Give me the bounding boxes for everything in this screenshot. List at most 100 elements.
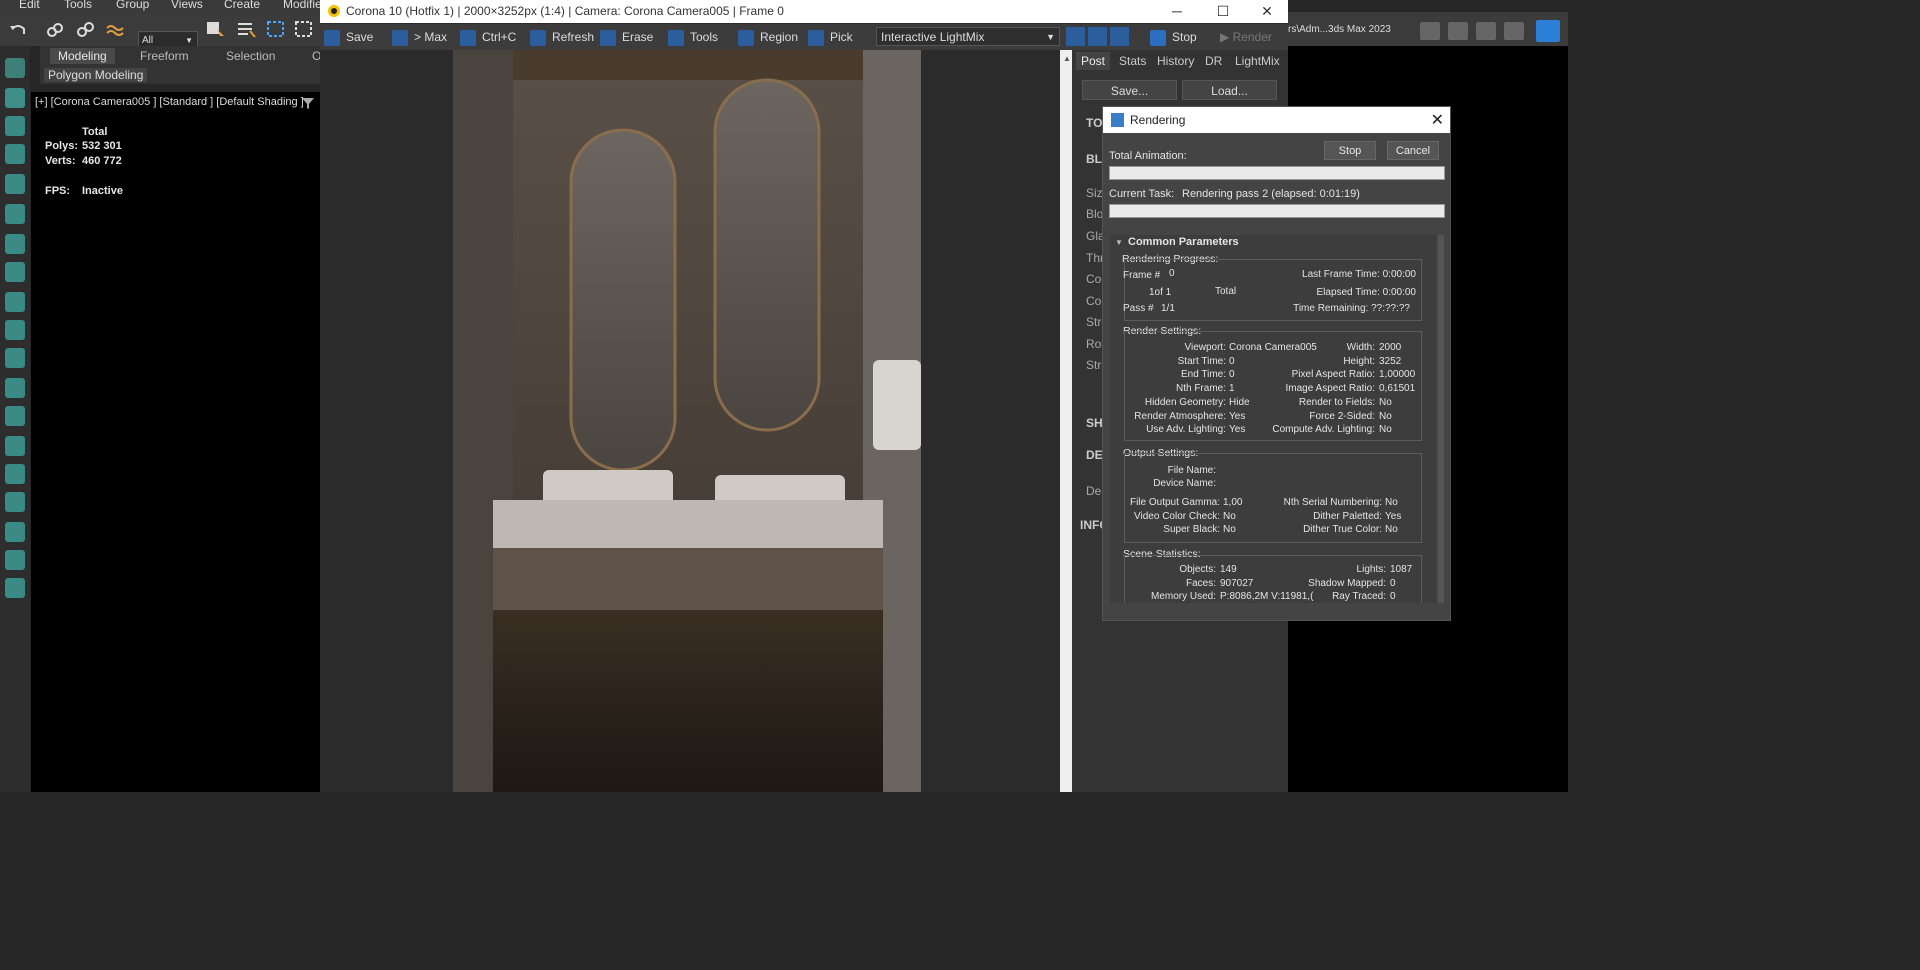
post-load-button[interactable]: Load... — [1182, 80, 1277, 100]
create-panel-icon[interactable] — [5, 58, 25, 78]
tab-freeform[interactable]: Freeform — [132, 48, 197, 64]
bind-spacewarp-icon[interactable] — [105, 20, 125, 40]
frame-label: Frame # — [1123, 270, 1161, 281]
tab-stats[interactable]: Stats — [1114, 52, 1151, 70]
close-window-button[interactable]: ✕ — [1252, 2, 1282, 20]
undo-icon[interactable] — [8, 20, 28, 40]
erase-icon — [600, 29, 616, 46]
toolbar-button-icon[interactable] — [1476, 22, 1496, 40]
side-label: Blo — [1086, 207, 1104, 221]
side-label-tone[interactable]: TO — [1086, 116, 1102, 130]
toolbar-button-icon[interactable] — [1420, 22, 1440, 40]
dialog-titlebar[interactable]: Rendering ✕ — [1103, 107, 1450, 133]
tab-lightmix[interactable]: LightMix — [1230, 52, 1285, 70]
dialog-scrollbar[interactable] — [1438, 235, 1444, 603]
light-lister-icon[interactable] — [5, 348, 25, 368]
to-max-button[interactable]: > Max — [392, 28, 447, 46]
side-label-denoise[interactable]: DE — [1086, 448, 1103, 462]
file-name-label: File Name: — [1167, 465, 1216, 476]
render-toolbar-icon[interactable] — [1536, 20, 1560, 42]
vertical-scrollbar[interactable]: ▲ — [1060, 50, 1072, 792]
render-setup-icon[interactable] — [5, 262, 25, 282]
tree-icon[interactable] — [5, 522, 25, 542]
select-object-icon[interactable] — [205, 19, 225, 39]
toolbar-button-icon[interactable] — [1448, 22, 1468, 40]
render-canvas[interactable] — [320, 50, 1060, 792]
zoom-out-icon[interactable] — [1088, 27, 1107, 46]
list-icon[interactable] — [5, 550, 25, 570]
render-setting-value: 0,61501 — [1379, 383, 1416, 395]
workspace-path[interactable]: rs\Adm...3ds Max 2023 — [1288, 24, 1391, 35]
tab-modeling[interactable]: Modeling — [50, 48, 115, 64]
scroll-up-icon[interactable]: ▲ — [1063, 54, 1071, 63]
refresh-button[interactable]: Refresh — [530, 28, 594, 46]
display-panel-icon[interactable] — [5, 174, 25, 194]
menu-edit[interactable]: Edit — [19, 0, 40, 11]
region-button[interactable]: Region — [738, 28, 798, 46]
utilities-panel-icon[interactable] — [5, 204, 25, 224]
collapse-icon[interactable]: ▼ — [1115, 238, 1123, 247]
side-label-bloom[interactable]: BL — [1086, 152, 1102, 166]
side-label-sharpen[interactable]: SH — [1086, 416, 1103, 430]
lightmix-dropdown[interactable]: Interactive LightMix ▼ — [876, 27, 1060, 46]
dialog-cancel-button[interactable]: Cancel — [1387, 141, 1439, 160]
material-editor-icon[interactable] — [5, 292, 25, 312]
zoom-in-icon[interactable] — [1066, 27, 1085, 46]
render-frame-icon[interactable] — [5, 406, 25, 426]
environment-icon[interactable] — [5, 320, 25, 340]
minimize-button[interactable]: ─ — [1162, 2, 1192, 20]
select-by-name-icon[interactable] — [236, 19, 256, 39]
vfb-titlebar[interactable]: Corona 10 (Hotfix 1) | 2000×3252px (1:4)… — [320, 0, 1288, 23]
help-icon[interactable] — [5, 492, 25, 512]
render-setting-label: Height: — [1343, 355, 1375, 367]
save-button[interactable]: Save — [324, 28, 373, 46]
tools-button[interactable]: Tools — [668, 28, 718, 46]
zoom-fit-icon[interactable] — [1110, 27, 1129, 46]
tab-selection[interactable]: Selection — [218, 48, 283, 64]
max-icon — [392, 29, 408, 46]
tab-dr[interactable]: DR — [1200, 52, 1227, 70]
viewport-label[interactable]: [+] [Corona Camera005 ] [Standard ] [Def… — [35, 96, 304, 108]
stop-button[interactable]: Stop — [1150, 28, 1197, 46]
filter-icon[interactable] — [301, 96, 315, 110]
render-setting-label: Start Time: — [1177, 355, 1226, 367]
polygon-modeling-label[interactable]: Polygon Modeling — [44, 68, 148, 82]
current-task-label: Current Task: — [1109, 188, 1175, 200]
copy-button[interactable]: Ctrl+C — [460, 28, 516, 46]
scene-stat-value: 1087 — [1390, 564, 1413, 575]
menu-views[interactable]: Views — [171, 0, 203, 11]
menu-create[interactable]: Create — [224, 0, 260, 11]
pick-button[interactable]: Pick — [808, 28, 853, 46]
maximize-button[interactable]: ☐ — [1208, 2, 1238, 20]
tab-post[interactable]: Post — [1076, 52, 1111, 70]
rect-selection-icon[interactable] — [266, 19, 286, 39]
layer-explorer-icon[interactable] — [5, 378, 25, 398]
menu-group[interactable]: Group — [116, 0, 149, 11]
motion-panel-icon[interactable] — [5, 144, 25, 164]
scene-explorer-icon[interactable] — [5, 234, 25, 254]
post-save-button[interactable]: Save... — [1082, 80, 1177, 100]
render-setting-value: 2000 — [1379, 342, 1402, 353]
modify-panel-icon[interactable] — [5, 88, 25, 108]
help-circle-icon[interactable] — [5, 578, 25, 598]
unlink-icon[interactable] — [75, 20, 95, 40]
link-icon[interactable] — [45, 20, 65, 40]
output-setting-value: No — [1223, 510, 1236, 522]
stop-icon — [1150, 29, 1166, 46]
menu-tools[interactable]: Tools — [64, 0, 92, 11]
dialog-stop-button[interactable]: Stop — [1324, 141, 1376, 160]
viewport-layout-icon[interactable] — [5, 436, 25, 456]
dialog-close-button[interactable]: ✕ — [1431, 110, 1444, 130]
camera-viewport[interactable]: [+] [Corona Camera005 ] [Standard ] [Def… — [31, 92, 320, 792]
window-crossing-icon[interactable] — [294, 19, 314, 39]
rollout-title[interactable]: Common Parameters — [1128, 236, 1239, 248]
menu-modifiers[interactable]: Modifie — [283, 0, 322, 11]
elapsed-time: Elapsed Time: 0:00:00 — [1316, 287, 1416, 298]
hierarchy-panel-icon[interactable] — [5, 116, 25, 136]
render-button[interactable]: ▶ Render — [1220, 28, 1272, 46]
teapot-icon[interactable] — [5, 464, 25, 484]
tab-history[interactable]: History — [1152, 52, 1199, 70]
erase-button[interactable]: Erase — [600, 28, 653, 46]
toolbar-button-icon[interactable] — [1504, 22, 1524, 40]
pass-label: Pass # — [1123, 303, 1154, 314]
